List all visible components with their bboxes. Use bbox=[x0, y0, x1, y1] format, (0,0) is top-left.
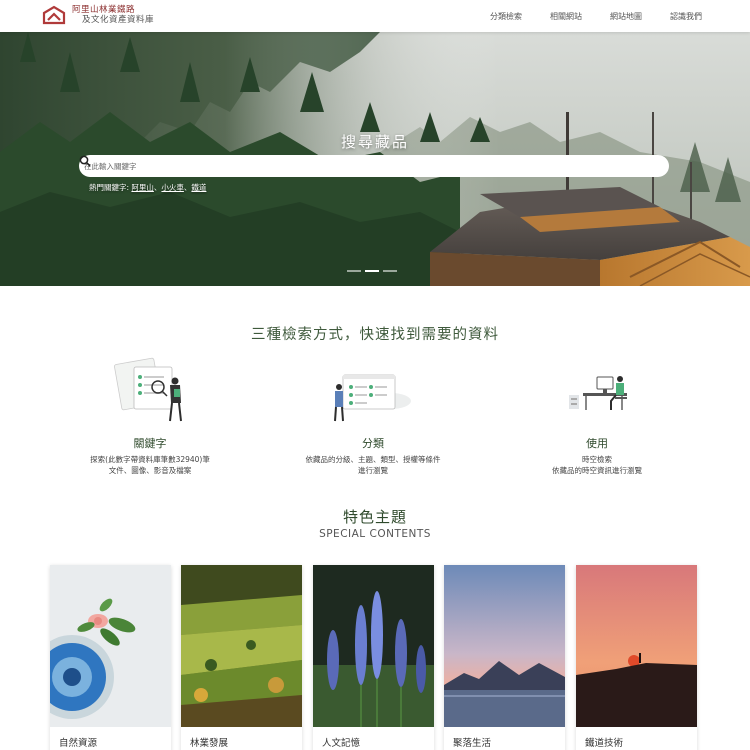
card-cultural-memory[interactable]: 人文記憶 bbox=[313, 565, 434, 750]
nav-item-related-sites[interactable]: 相關網站 bbox=[550, 11, 582, 22]
logo-line-2: 及文化資產資料庫 bbox=[82, 15, 155, 25]
carousel-dot-2[interactable] bbox=[365, 270, 379, 272]
method-desc-line-2: 文件、圖像、影音及檔案 bbox=[108, 466, 192, 475]
method-desc-line-1: 探索(此數字帶資料庫筆數32940)筆 bbox=[90, 455, 210, 464]
card-settlement-life[interactable]: 聚落生活 bbox=[444, 565, 565, 750]
featured-title: 特色主題 bbox=[342, 508, 407, 526]
search-box bbox=[79, 155, 669, 177]
carousel-dot-1[interactable] bbox=[347, 270, 361, 272]
keyword-search-illustration bbox=[114, 357, 182, 422]
search-icon[interactable] bbox=[79, 155, 91, 167]
site-logo[interactable]: 阿里山林業鐵路 及文化資產資料庫 bbox=[42, 5, 154, 25]
card-railway-technology[interactable]: 鐵道技術 bbox=[576, 565, 697, 750]
method-title: 分類 bbox=[362, 437, 384, 450]
method-desc-line-1: 時空檢索 bbox=[582, 455, 612, 464]
method-title: 使用 bbox=[586, 437, 608, 450]
card-image bbox=[444, 565, 565, 727]
carousel-indicators bbox=[347, 270, 401, 272]
nav-item-category-search[interactable]: 分類檢索 bbox=[490, 11, 522, 22]
logo-line-1: 阿里山林業鐵路 bbox=[72, 5, 136, 15]
card-label: 聚落生活 bbox=[453, 738, 492, 749]
hot-keywords-label: 熱門關鍵字: bbox=[89, 183, 130, 192]
card-label: 鐵道技術 bbox=[585, 738, 624, 749]
card-image bbox=[313, 565, 434, 727]
carousel-dot-3[interactable] bbox=[383, 270, 397, 272]
card-label: 人文記憶 bbox=[322, 738, 361, 749]
method-keyword[interactable]: 關鍵字 探索(此數字帶資料庫筆數32940)筆 文件、圖像、影音及檔案 bbox=[50, 355, 250, 476]
hero-title: 搜尋藏品 bbox=[340, 133, 409, 151]
card-image bbox=[50, 565, 171, 727]
method-category[interactable]: 分類 依藏品的分級、主題、類型、授權等條件 進行瀏覽 bbox=[273, 355, 473, 476]
nav-item-sitemap[interactable]: 網站地圖 bbox=[610, 11, 642, 22]
usage-illustration bbox=[569, 376, 627, 410]
hero-banner: 搜尋藏品 熱門關鍵字: 阿里山、小火車、鐵道 bbox=[0, 32, 750, 286]
featured-subtitle: SPECIAL CONTENTS bbox=[319, 528, 431, 540]
method-usage[interactable]: 使用 時空檢索 依藏品的時空資訊進行瀏覽 bbox=[497, 355, 697, 476]
card-label: 自然資源 bbox=[59, 738, 98, 749]
hot-keyword-link[interactable]: 鐵道 bbox=[191, 183, 206, 192]
category-illustration bbox=[334, 374, 411, 422]
hot-keyword-link[interactable]: 小火車 bbox=[161, 183, 184, 192]
method-desc-line-2: 進行瀏覽 bbox=[358, 466, 388, 475]
card-image bbox=[576, 565, 697, 727]
card-natural-resources[interactable]: 自然資源 bbox=[50, 565, 171, 750]
method-desc-line-2: 依藏品的時空資訊進行瀏覽 bbox=[552, 466, 642, 475]
hot-keyword-link[interactable]: 阿里山 bbox=[131, 183, 154, 192]
method-desc-line-1: 依藏品的分級、主題、類型、授權等條件 bbox=[305, 455, 441, 464]
method-title: 關鍵字 bbox=[133, 437, 167, 450]
card-image bbox=[181, 565, 302, 727]
nav-item-about-us[interactable]: 認識我們 bbox=[670, 11, 702, 22]
logo-text: 阿里山林業鐵路 及文化資產資料庫 bbox=[72, 5, 154, 25]
card-forestry-development[interactable]: 林業發展 bbox=[181, 565, 302, 750]
hot-keywords: 熱門關鍵字: 阿里山、小火車、鐵道 bbox=[89, 182, 206, 193]
main-nav: 分類檢索 相關網站 網站地圖 認識我們 bbox=[462, 11, 702, 22]
site-header: 阿里山林業鐵路 及文化資產資料庫 分類檢索 相關網站 網站地圖 認識我們 bbox=[0, 0, 750, 32]
logo-icon bbox=[42, 5, 66, 25]
card-label: 林業發展 bbox=[190, 738, 229, 749]
search-input[interactable] bbox=[79, 155, 639, 177]
search-methods-title: 三種檢索方式，快速找到需要的資料 bbox=[251, 327, 499, 343]
